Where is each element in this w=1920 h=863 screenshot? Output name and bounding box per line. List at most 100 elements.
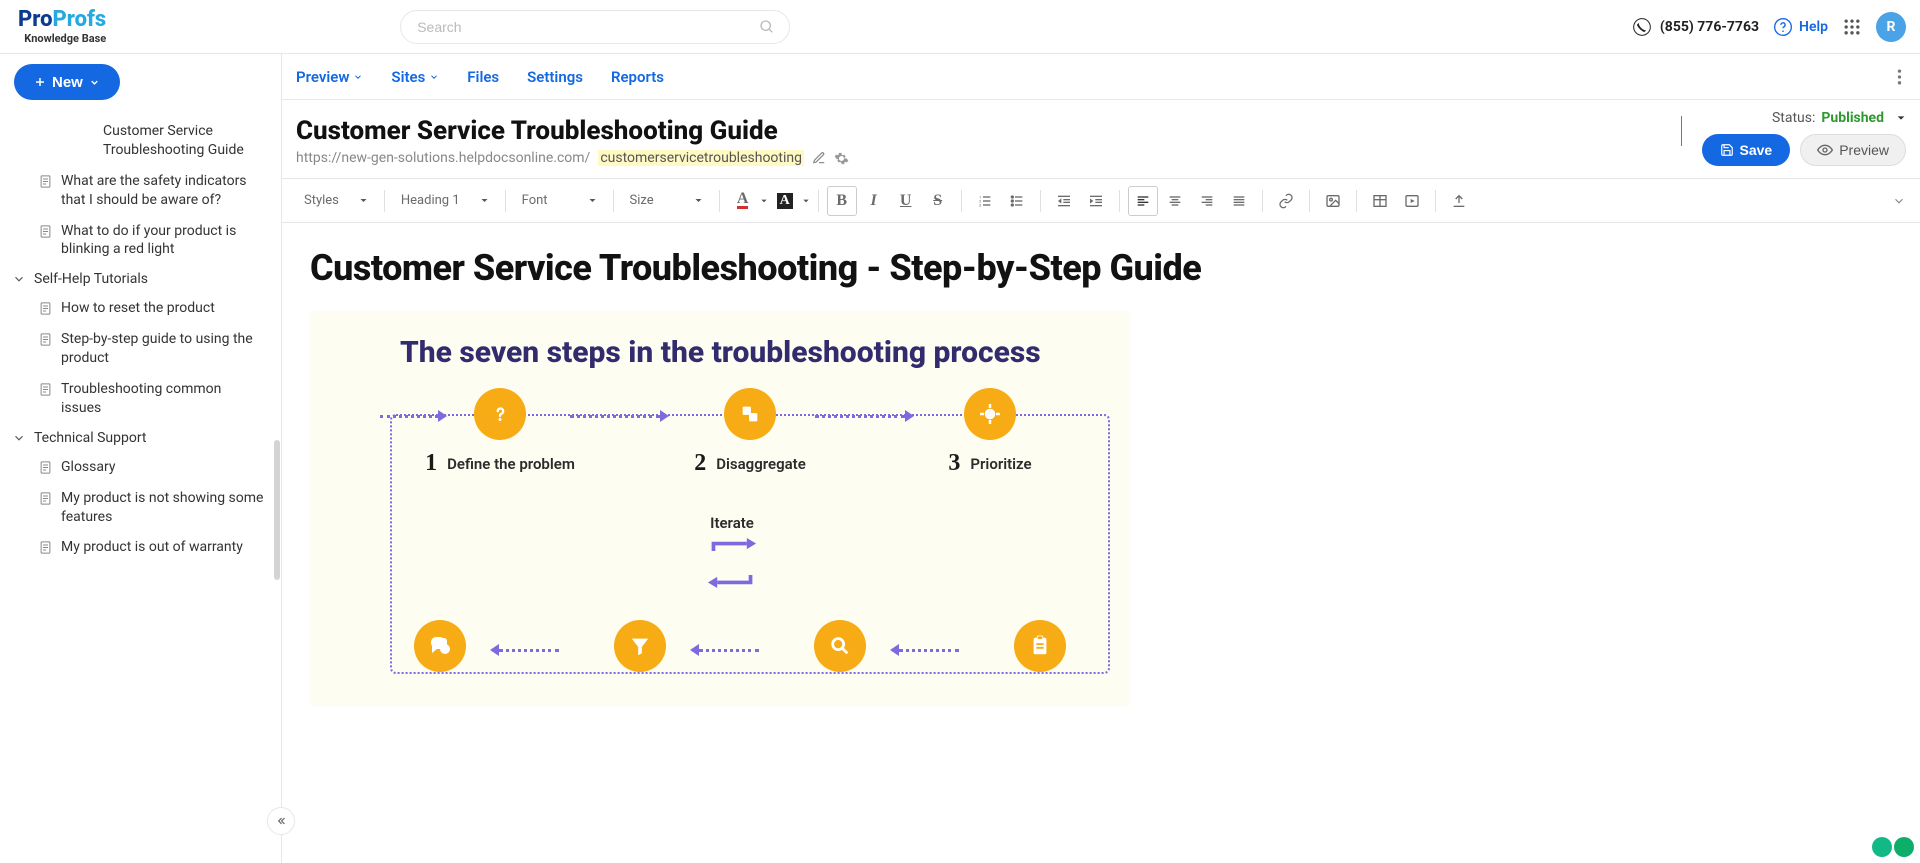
- bold-button[interactable]: B: [827, 186, 857, 216]
- page-item[interactable]: Troubleshooting common issues: [0, 374, 281, 424]
- folder-item[interactable]: Self-Help Tutorials: [0, 265, 281, 293]
- page-url-base[interactable]: https://new-gen-solutions.helpdocsonline…: [296, 150, 590, 166]
- process-diagram: The seven steps in the troubleshooting p…: [310, 311, 1130, 706]
- nav-files[interactable]: Files: [453, 68, 513, 86]
- outdent-button[interactable]: [1049, 186, 1079, 216]
- page-item[interactable]: My product is not showing some features: [0, 483, 281, 533]
- doc-icon: [38, 301, 53, 316]
- nav-reports[interactable]: Reports: [597, 68, 678, 86]
- help-link[interactable]: Help: [1773, 17, 1828, 37]
- apps-icon[interactable]: [1842, 17, 1862, 37]
- page-item[interactable]: What to do if your product is blinking a…: [0, 216, 281, 266]
- logo-subtitle: Knowledge Base: [24, 33, 106, 44]
- search-input[interactable]: [415, 18, 759, 36]
- settings-gear-icon[interactable]: [834, 151, 849, 166]
- chevron-down-icon: [353, 72, 363, 82]
- avatar-initial: R: [1887, 19, 1896, 35]
- page-tree[interactable]: Customer Service Troubleshooting GuideWh…: [0, 110, 281, 863]
- page-item[interactable]: How to reset the product: [0, 293, 281, 324]
- video-button[interactable]: [1397, 186, 1427, 216]
- page-item-label: My product is not showing some features: [61, 489, 265, 527]
- step1-label: Define the problem: [447, 455, 575, 473]
- link-button[interactable]: [1271, 186, 1301, 216]
- sidebar: New Customer Service Troubleshooting Gui…: [0, 54, 282, 863]
- page-item-label: Glossary: [61, 458, 115, 477]
- phone-icon: [1632, 17, 1652, 37]
- nav-settings[interactable]: Settings: [513, 68, 597, 86]
- editor-scroll[interactable]: Customer Service Troubleshooting - Step-…: [282, 223, 1920, 863]
- edit-url-icon[interactable]: [812, 151, 826, 165]
- nav-label: Reports: [611, 68, 664, 86]
- filter-icon: [614, 620, 666, 672]
- text-color-button[interactable]: A: [728, 186, 758, 216]
- status-dropdown-icon[interactable]: [1896, 113, 1906, 123]
- underline-button[interactable]: U: [891, 186, 921, 216]
- save-button[interactable]: Save: [1702, 134, 1791, 166]
- font-label: Font: [522, 193, 548, 208]
- page-item[interactable]: Customer Service Troubleshooting Guide: [0, 116, 281, 166]
- table-button[interactable]: [1365, 186, 1395, 216]
- question-icon: [474, 388, 526, 440]
- italic-button[interactable]: I: [859, 186, 889, 216]
- align-center-button[interactable]: [1160, 186, 1190, 216]
- indent-button[interactable]: [1081, 186, 1111, 216]
- search-input-wrap[interactable]: [400, 10, 790, 44]
- align-justify-button[interactable]: [1224, 186, 1254, 216]
- step2-num: 2: [694, 450, 706, 477]
- bg-color-button[interactable]: A: [770, 186, 800, 216]
- page-item[interactable]: What are the safety indicators that I sh…: [0, 166, 281, 216]
- extension-badges: [1872, 837, 1914, 857]
- font-select[interactable]: Font: [514, 193, 605, 208]
- content-heading[interactable]: Customer Service Troubleshooting - Step-…: [310, 247, 1892, 289]
- page-item[interactable]: Glossary: [0, 452, 281, 483]
- new-button[interactable]: New: [14, 64, 120, 100]
- heading-label: Heading 1: [401, 193, 460, 208]
- page-item[interactable]: Step-by-step guide to using the product: [0, 324, 281, 374]
- scrollbar[interactable]: [273, 110, 281, 863]
- nav-sites[interactable]: Sites: [377, 68, 453, 86]
- heading-select[interactable]: Heading 1: [393, 193, 497, 208]
- iterate-icon: [704, 538, 760, 588]
- page-item-label: How to reset the product: [61, 299, 215, 318]
- folder-label: Technical Support: [34, 430, 147, 446]
- logo-text-profs: Profs: [53, 7, 107, 32]
- toolbar-collapse-icon[interactable]: [1892, 194, 1906, 208]
- styles-select[interactable]: Styles: [296, 193, 376, 208]
- checklist-icon: [1014, 620, 1066, 672]
- badge-2[interactable]: [1894, 837, 1914, 857]
- main-nav: Preview Sites Files Settings Reports: [282, 54, 1920, 100]
- page-title[interactable]: Customer Service Troubleshooting Guide: [296, 116, 1682, 146]
- preview-button[interactable]: Preview: [1800, 134, 1906, 166]
- folder-label: Self-Help Tutorials: [34, 271, 148, 287]
- step2-label: Disaggregate: [716, 455, 806, 473]
- bullet-list-button[interactable]: [1002, 186, 1032, 216]
- nav-label: Files: [467, 68, 499, 86]
- page-url-slug[interactable]: customerservicetroubleshooting: [598, 150, 804, 166]
- align-left-button[interactable]: [1128, 186, 1158, 216]
- logo[interactable]: ProProfs Knowledge Base: [14, 9, 106, 44]
- doc-icon: [38, 224, 53, 239]
- numbered-list-button[interactable]: 123: [970, 186, 1000, 216]
- editor-content[interactable]: Customer Service Troubleshooting - Step-…: [282, 223, 1920, 746]
- avatar[interactable]: R: [1876, 12, 1906, 42]
- folder-item[interactable]: Technical Support: [0, 424, 281, 452]
- preview-label: Preview: [1839, 142, 1889, 158]
- doc-icon: [38, 332, 53, 347]
- strike-button[interactable]: S: [923, 186, 953, 216]
- page-item[interactable]: My product is out of warranty: [0, 532, 281, 563]
- badge-1[interactable]: [1872, 837, 1892, 857]
- doc-icon: [38, 491, 53, 506]
- upload-button[interactable]: [1444, 186, 1474, 216]
- image-button[interactable]: [1318, 186, 1348, 216]
- page-title-text[interactable]: Customer Service Troubleshooting Guide: [296, 116, 1682, 146]
- align-right-button[interactable]: [1192, 186, 1222, 216]
- phone-link[interactable]: (855) 776-7763: [1632, 17, 1759, 37]
- nav-label: Settings: [527, 68, 583, 86]
- more-menu-button[interactable]: [1893, 64, 1906, 90]
- help-icon: [1773, 17, 1793, 37]
- iterate-block: Iterate: [704, 514, 760, 588]
- nav-label: Sites: [391, 68, 425, 86]
- search-icon: [759, 19, 775, 35]
- size-select[interactable]: Size: [622, 193, 711, 208]
- nav-preview[interactable]: Preview: [296, 68, 377, 86]
